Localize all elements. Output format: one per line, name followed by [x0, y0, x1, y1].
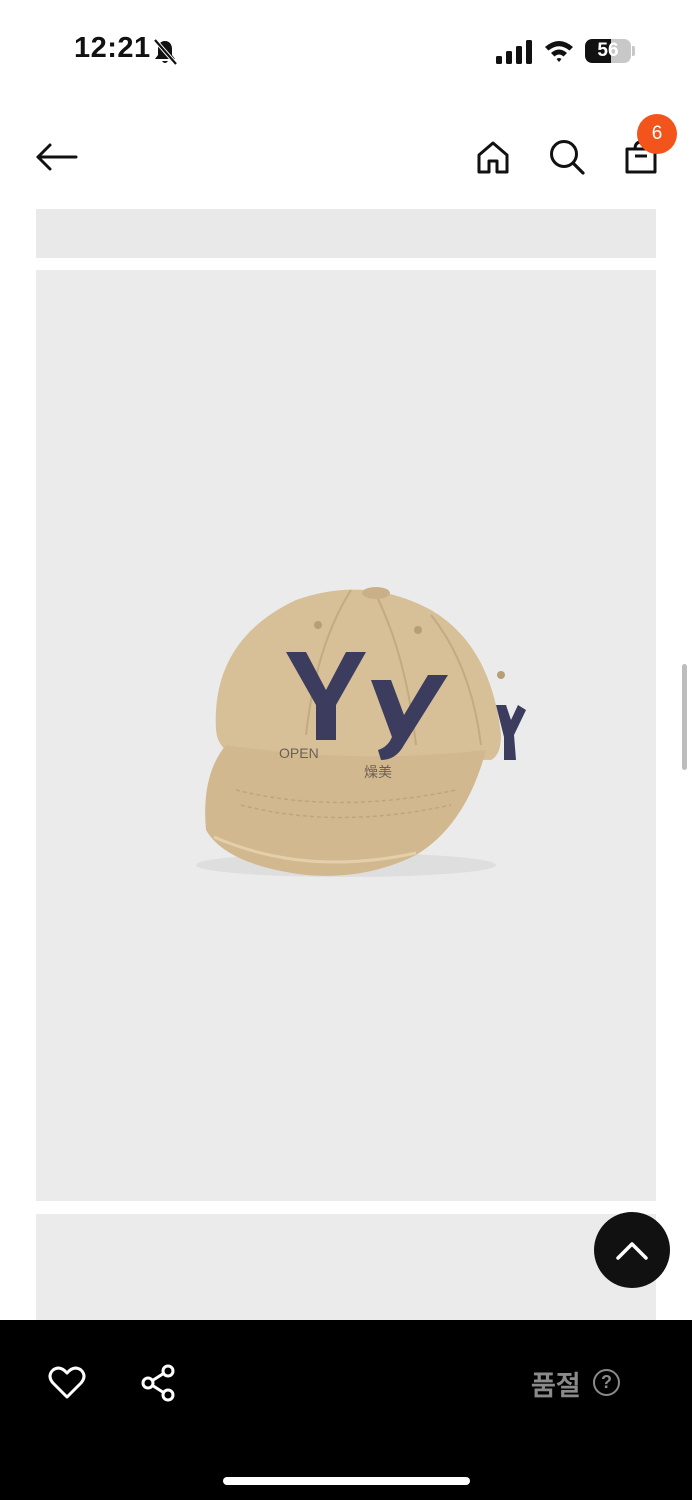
- gallery-image-next: [36, 1214, 656, 1320]
- heart-icon: [48, 1366, 86, 1399]
- status-bar: 12:21 56: [0, 0, 692, 100]
- product-gallery[interactable]: OPEN 燥美: [0, 200, 692, 1320]
- cap-product-photo: OPEN 燥美: [196, 587, 526, 877]
- arrow-left-icon: [36, 143, 78, 171]
- home-button[interactable]: [470, 134, 516, 180]
- help-icon[interactable]: ?: [593, 1369, 620, 1396]
- cart-count-badge: 6: [637, 114, 677, 154]
- back-button[interactable]: [33, 134, 79, 180]
- product-image[interactable]: OPEN 燥美: [36, 270, 656, 1201]
- battery-indicator: 56: [585, 39, 631, 63]
- bell-off-icon: [153, 38, 178, 66]
- wishlist-button[interactable]: [44, 1360, 90, 1406]
- home-indicator: [223, 1477, 470, 1485]
- share-icon: [141, 1364, 175, 1402]
- bottom-action-bar: 품절 ?: [0, 1320, 692, 1500]
- cap-text-cjk: 燥美: [364, 765, 392, 781]
- home-icon: [477, 141, 509, 174]
- share-button[interactable]: [135, 1360, 181, 1406]
- scroll-indicator: [682, 664, 687, 770]
- top-nav-bar: [0, 110, 692, 202]
- status-time: 12:21: [74, 32, 151, 64]
- battery-level: 56: [597, 40, 619, 61]
- product-detail-screen: 12:21 56 6 OPEN 燥美 품절 ?: [0, 0, 692, 1500]
- search-icon: [550, 140, 585, 175]
- gallery-image-previous: [36, 209, 656, 258]
- scroll-to-top-button[interactable]: [594, 1212, 670, 1288]
- search-button[interactable]: [544, 134, 590, 180]
- cap-text-open: OPEN: [279, 745, 319, 761]
- signal-icon: [496, 40, 532, 64]
- battery-tip: [632, 46, 635, 56]
- wifi-icon: [545, 41, 573, 62]
- chevron-up-icon: [616, 1242, 648, 1260]
- sold-out-label: 품절: [531, 1371, 581, 1402]
